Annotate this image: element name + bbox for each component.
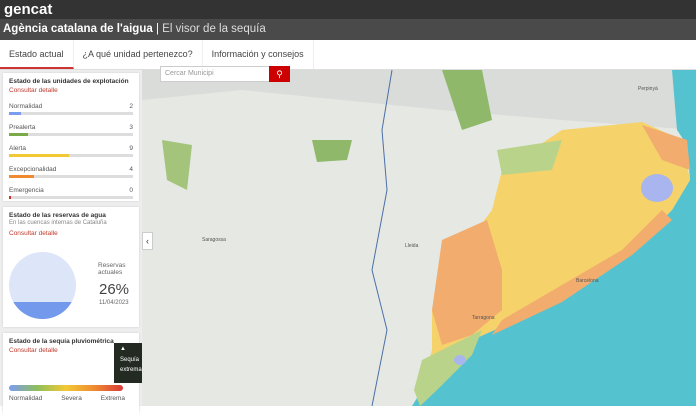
unit-row: Alerta 9 xyxy=(9,145,133,152)
legend-normalidad: Normalidad xyxy=(9,395,42,402)
unit-bar-fill xyxy=(9,154,69,157)
unit-bar xyxy=(9,133,133,136)
map-label-lleida: Lleida xyxy=(405,243,418,249)
main-tabs: Estado actual ¿A qué unidad pertenezco? … xyxy=(0,40,696,70)
region-normalidad-south xyxy=(454,355,466,365)
app-name: El visor de la sequía xyxy=(162,23,266,35)
unit-count: 0 xyxy=(129,187,133,194)
unit-count: 2 xyxy=(129,103,133,110)
chevron-left-icon: ‹ xyxy=(146,236,149,246)
tooltip-text: Sequía extrema xyxy=(120,355,140,375)
unit-bar-fill xyxy=(9,133,28,136)
reserves-globe xyxy=(9,252,76,319)
unit-row: Normalidad 2 xyxy=(9,103,133,110)
map-label-perpinya: Perpinyà xyxy=(638,86,658,92)
unit-bar-fill xyxy=(9,112,21,115)
drought-gradient xyxy=(9,385,123,391)
search-icon: ⚲ xyxy=(276,69,283,79)
collapse-sidebar-button[interactable]: ‹ xyxy=(142,232,153,250)
tab-estado-actual[interactable]: Estado actual xyxy=(0,40,74,69)
unit-row: Emergencia 0 xyxy=(9,187,133,194)
drought-tooltip: ▲ Sequía extrema xyxy=(114,343,142,383)
region-normalidad xyxy=(641,174,673,202)
map-label-saragossa: Saragossa xyxy=(202,237,226,243)
agency-name: Agència catalana de l'aigua xyxy=(3,23,153,35)
app-title-bar: Agència catalana de l'aigua | El visor d… xyxy=(0,19,696,40)
unit-label: Prealerta xyxy=(9,124,35,131)
legend-severa: Severa xyxy=(61,395,82,402)
unit-label: Alerta xyxy=(9,145,26,152)
search-button[interactable]: ⚲ xyxy=(269,66,290,82)
unit-label: Emergencia xyxy=(9,187,44,194)
reserves-title: Estado de las reservas de agua xyxy=(9,212,133,219)
units-detail-link[interactable]: Consultar detalle xyxy=(9,87,133,94)
unit-count: 3 xyxy=(129,124,133,131)
unit-bar-fill xyxy=(9,175,34,178)
map-label-barcelona: Barcelona xyxy=(576,278,599,284)
reserves-value: 26% xyxy=(99,281,129,298)
units-card: Estado de las unidades de explotación Co… xyxy=(3,73,139,201)
legend-extrema: Extrema xyxy=(101,395,125,402)
reserves-subtitle: En las cuencas internas de Cataluña xyxy=(9,220,133,226)
unit-bar xyxy=(9,154,133,157)
reserves-label: Reservas actuales xyxy=(98,262,134,276)
unit-bar xyxy=(9,175,133,178)
unit-row: Excepcionalidad 4 xyxy=(9,166,133,173)
unit-bar xyxy=(9,196,133,199)
unit-bar xyxy=(9,112,133,115)
map-label-tarragona: Tarragona xyxy=(472,315,495,321)
forest xyxy=(312,140,352,162)
reserves-detail-link[interactable]: Consultar detalle xyxy=(9,230,133,237)
unit-row: Prealerta 3 xyxy=(9,124,133,131)
tab-informacion[interactable]: Información y consejos xyxy=(203,40,314,69)
unit-bar-fill xyxy=(9,196,11,199)
units-title: Estado de las unidades de explotación xyxy=(9,78,133,85)
separator: | xyxy=(156,23,159,35)
warning-icon: ▲ xyxy=(120,346,140,352)
tab-unidad[interactable]: ¿A qué unidad pertenezco? xyxy=(74,40,203,69)
unit-count: 9 xyxy=(129,145,133,152)
unit-label: Normalidad xyxy=(9,103,42,110)
unit-count: 4 xyxy=(129,166,133,173)
logo-text: gencat xyxy=(4,1,52,18)
unit-label: Excepcionalidad xyxy=(9,166,56,173)
sidebar: Estado de las unidades de explotación Co… xyxy=(0,70,142,406)
reserves-card: Estado de las reservas de agua En las cu… xyxy=(3,207,139,327)
reserves-date: 11/04/2023 xyxy=(99,300,129,306)
gencat-logo[interactable]: gencat xyxy=(0,0,696,19)
